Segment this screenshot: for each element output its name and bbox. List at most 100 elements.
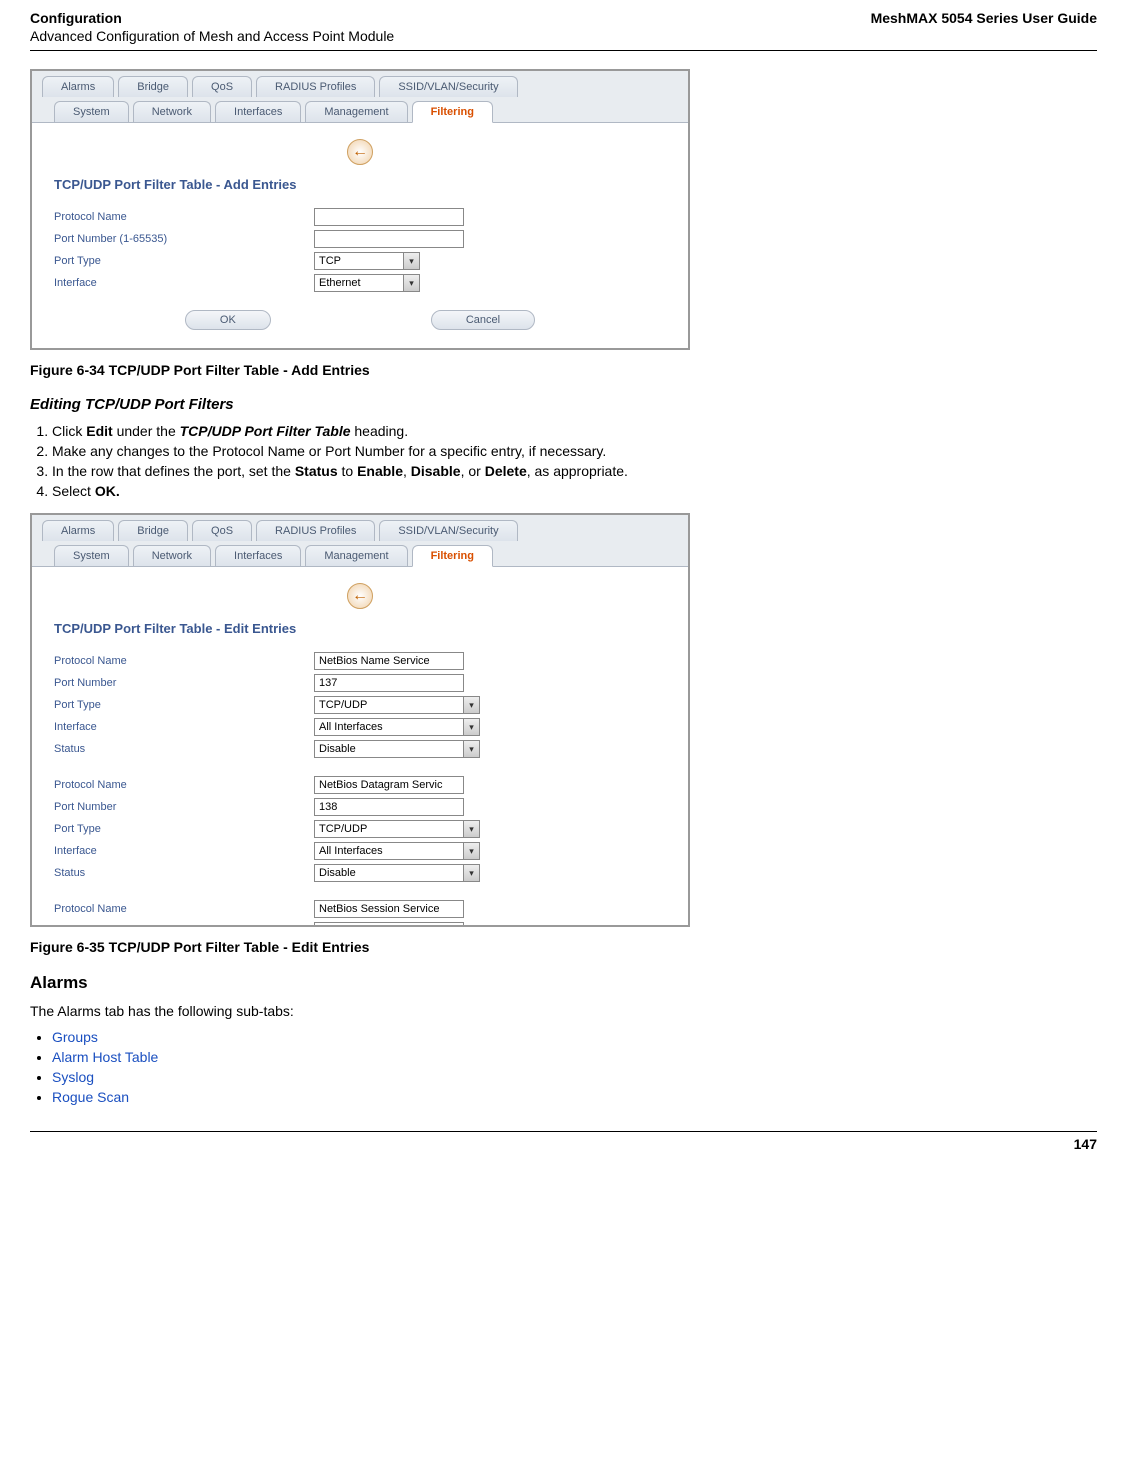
subtab-interfaces[interactable]: Interfaces [215,101,301,122]
edit-input-port-number[interactable] [314,798,464,816]
header-rule [30,50,1097,51]
page-footer: 147 [30,1131,1097,1152]
screenshot-add-entries: Alarms Bridge QoS RADIUS Profiles SSID/V… [30,69,690,350]
chevron-down-icon[interactable]: ▾ [464,740,480,758]
subtab-interfaces[interactable]: Interfaces [215,545,301,566]
header-subtitle: Advanced Configuration of Mesh and Acces… [30,28,1097,44]
add-row-port-number: Port Number (1-65535) [54,228,666,250]
add-row-port-type: Port Type ▾ [54,250,666,272]
subtab-network[interactable]: Network [133,101,211,122]
tab-radius-profiles[interactable]: RADIUS Profiles [256,76,375,97]
link-alarm-host-table[interactable]: Alarm Host Table [52,1049,158,1065]
back-button[interactable]: ← [347,583,373,609]
tab-bridge[interactable]: Bridge [118,76,188,97]
cancel-button[interactable]: Cancel [431,310,535,330]
edit-label: Port Type [54,699,314,711]
back-arrow-icon: ← [352,587,368,605]
subtab-management[interactable]: Management [305,545,407,566]
edit-row: Port Number [54,796,666,818]
subtab-system[interactable]: System [54,101,129,122]
back-arrow-icon: ← [352,143,368,161]
tabs-top-row-2: Alarms Bridge QoS RADIUS Profiles SSID/V… [32,515,688,541]
edit-row: Port Number [54,672,666,694]
edit-label: Port Number [54,677,314,689]
edit-row: Port Number [54,920,666,925]
edit-input-port-number[interactable] [314,922,464,925]
edit-select-status[interactable] [314,864,464,882]
chevron-down-icon[interactable]: ▾ [464,696,480,714]
subtab-filtering[interactable]: Filtering [412,101,493,123]
page-number: 147 [1074,1136,1097,1152]
add-row-interface: Interface ▾ [54,272,666,294]
step-1: Click Edit under the TCP/UDP Port Filter… [52,423,1097,439]
edit-label: Interface [54,845,314,857]
edit-row: Interface ▾ [54,716,666,738]
chevron-down-icon[interactable]: ▾ [464,842,480,860]
edit-select-port-type[interactable] [314,696,464,714]
tab-alarms[interactable]: Alarms [42,76,114,97]
add-label-port-number: Port Number (1-65535) [54,233,314,245]
edit-select-status[interactable] [314,740,464,758]
chevron-down-icon[interactable]: ▾ [464,718,480,736]
header-right-title: MeshMAX 5054 Series User Guide [871,10,1097,26]
edit-select-interface[interactable] [314,718,464,736]
chevron-down-icon[interactable]: ▾ [404,252,420,270]
edit-input-protocol-name[interactable] [314,652,464,670]
edit-row: Protocol Name [54,898,666,920]
edit-label: Port Type [54,823,314,835]
add-label-protocol-name: Protocol Name [54,211,314,223]
add-row-protocol-name: Protocol Name [54,206,666,228]
tab-qos[interactable]: QoS [192,76,252,97]
tab-ssid-vlan-security[interactable]: SSID/VLAN/Security [379,520,517,541]
chevron-down-icon[interactable]: ▾ [464,864,480,882]
step-2: Make any changes to the Protocol Name or… [52,443,1097,459]
link-syslog[interactable]: Syslog [52,1069,94,1085]
add-panel: ← TCP/UDP Port Filter Table - Add Entrie… [32,123,688,348]
chevron-down-icon[interactable]: ▾ [404,274,420,292]
step-3: In the row that defines the port, set th… [52,463,1097,479]
edit-label: Protocol Name [54,903,314,915]
add-select-port-type[interactable] [314,252,404,270]
tabs-sub-row: System Network Interfaces Management Fil… [32,97,688,123]
add-panel-title: TCP/UDP Port Filter Table - Add Entries [54,177,666,192]
edit-panel: ← TCP/UDP Port Filter Table - Edit Entri… [32,567,688,925]
add-label-port-type: Port Type [54,255,314,267]
edit-row: Protocol Name [54,774,666,796]
tab-qos[interactable]: QoS [192,520,252,541]
list-item: Syslog [52,1069,1097,1085]
edit-label: Port Number [54,801,314,813]
steps-list: Click Edit under the TCP/UDP Port Filter… [30,423,1097,499]
alarms-heading: Alarms [30,973,1097,993]
subtab-system[interactable]: System [54,545,129,566]
back-button[interactable]: ← [347,139,373,165]
add-select-interface[interactable] [314,274,404,292]
edit-select-interface[interactable] [314,842,464,860]
tab-radius-profiles[interactable]: RADIUS Profiles [256,520,375,541]
edit-label: Protocol Name [54,779,314,791]
chevron-down-icon[interactable]: ▾ [464,820,480,838]
add-input-protocol-name[interactable] [314,208,464,226]
edit-row: Port Type ▾ [54,694,666,716]
subtab-network[interactable]: Network [133,545,211,566]
add-input-port-number[interactable] [314,230,464,248]
link-rogue-scan[interactable]: Rogue Scan [52,1089,129,1105]
ok-button[interactable]: OK [185,310,271,330]
tab-alarms[interactable]: Alarms [42,520,114,541]
tab-bridge[interactable]: Bridge [118,520,188,541]
edit-input-protocol-name[interactable] [314,900,464,918]
edit-label: Status [54,867,314,879]
edit-input-port-number[interactable] [314,674,464,692]
tab-ssid-vlan-security[interactable]: SSID/VLAN/Security [379,76,517,97]
screenshot-edit-entries: Alarms Bridge QoS RADIUS Profiles SSID/V… [30,513,690,927]
subtab-filtering[interactable]: Filtering [412,545,493,567]
edit-input-protocol-name[interactable] [314,776,464,794]
step-4: Select OK. [52,483,1097,499]
subtab-management[interactable]: Management [305,101,407,122]
edit-label: Interface [54,721,314,733]
edit-row: Protocol Name [54,650,666,672]
link-groups[interactable]: Groups [52,1029,98,1045]
add-button-row: OK Cancel [54,310,666,330]
edit-select-port-type[interactable] [314,820,464,838]
edit-label: Status [54,743,314,755]
section-editing-title: Editing TCP/UDP Port Filters [30,396,1097,413]
